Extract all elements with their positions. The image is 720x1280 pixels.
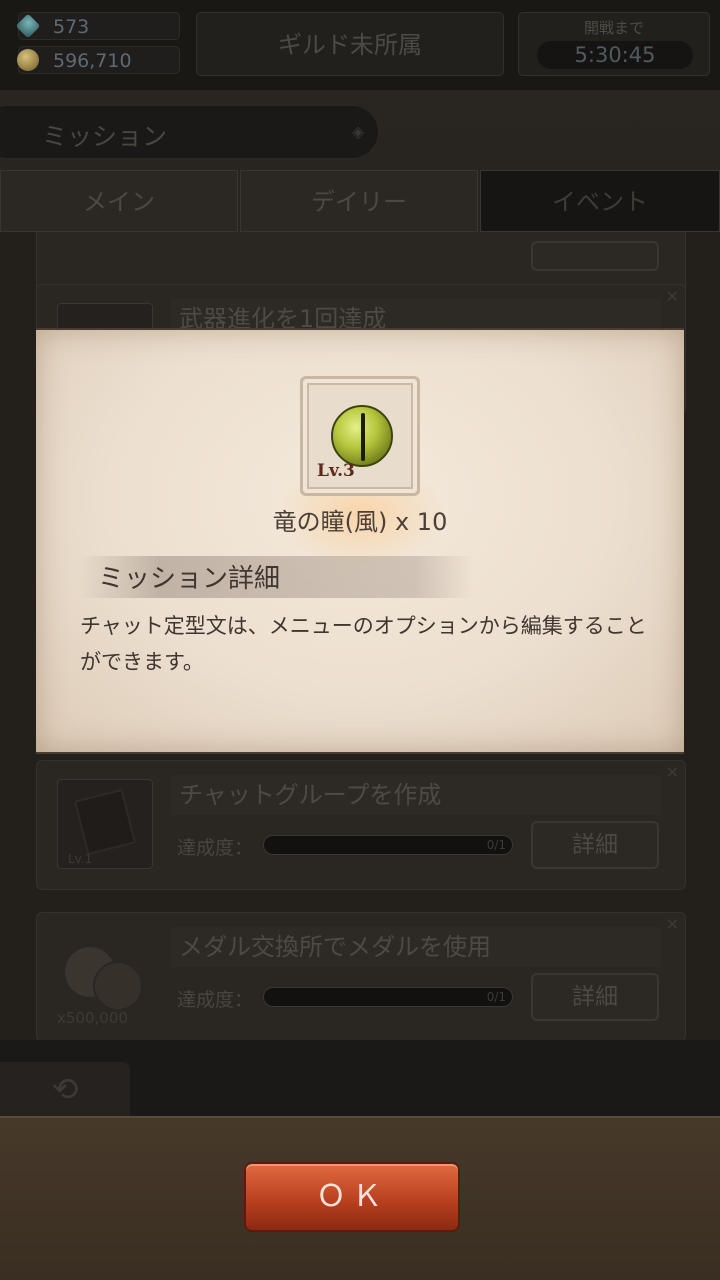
mission-title: チャットグループを作成 [171, 775, 661, 815]
mission-thumbnail: Lv.1 [57, 779, 153, 869]
mission-title: メダル交換所でメダルを使用 [171, 927, 661, 967]
corner-ornament-icon: ✕ [665, 287, 679, 306]
gem-counter: 573 [15, 12, 180, 40]
gem-count: 573 [53, 16, 90, 38]
list-item [36, 232, 686, 292]
coin-count: 596,710 [53, 50, 132, 72]
progress-label: 達成度： [177, 989, 254, 1011]
gem-icon [15, 13, 41, 39]
reward-item-name: 竜の瞳(風) x 10 [272, 508, 448, 536]
guild-status-button[interactable]: ギルド未所属 [196, 12, 504, 76]
top-bar: 573 596,710 ギルド未所属 開戦まで 5:30:45 [0, 0, 720, 90]
thumbnail-caption: x500,000 [57, 1009, 128, 1027]
ornament-icon: ◈ [352, 122, 365, 141]
item-level: Lv.3 [317, 461, 355, 481]
coin-icon [17, 49, 39, 71]
corner-ornament-icon: ✕ [665, 763, 679, 782]
mission-tabs: メイン デイリー イベント [0, 170, 720, 232]
progress-bar: 0/1 [263, 987, 513, 1007]
dialog-footer: ＯＫ [0, 1116, 720, 1280]
mission-header-title: ミッション [42, 122, 168, 151]
mission-thumbnail: x500,000 [57, 931, 153, 1027]
timer-value: 5:30:45 [537, 41, 693, 69]
bottom-nav: ⟲ [0, 1040, 720, 1116]
book-icon [73, 788, 137, 856]
tab-event[interactable]: イベント [480, 170, 720, 232]
detail-button[interactable]: 詳細 [531, 821, 659, 869]
medal-icon [93, 961, 143, 1011]
battle-timer: 開戦まで 5:30:45 [518, 12, 710, 76]
detail-button[interactable]: 詳細 [531, 973, 659, 1021]
back-arrow-icon[interactable]: ⟲ [0, 1062, 130, 1116]
eye-pupil [361, 413, 365, 461]
timer-label: 開戦まで [583, 19, 644, 37]
list-item: x500,000 メダル交換所でメダルを使用 達成度： 0/1 詳細 ✕ [36, 912, 686, 1042]
mission-header: ミッション [0, 104, 380, 160]
detail-button[interactable] [531, 241, 659, 271]
dragon-eye-icon [331, 405, 393, 467]
tab-daily[interactable]: デイリー [240, 170, 478, 232]
tab-main[interactable]: メイン [0, 170, 238, 232]
corner-ornament-icon: ✕ [665, 915, 679, 934]
mission-description: チャット定型文は、メニューのオプションから編集することができます。 [80, 614, 647, 674]
coin-counter: 596,710 [17, 46, 180, 74]
list-item: Lv.1 チャットグループを作成 達成度： 0/1 詳細 ✕ [36, 760, 686, 890]
progress-bar: 0/1 [263, 835, 513, 855]
progress-label: 達成度： [177, 837, 254, 859]
mission-detail-dialog: Lv.3 竜の瞳(風) x 10 ミッション詳細 チャット定型文は、メニューのオ… [36, 328, 684, 754]
section-title: ミッション詳細 [98, 564, 281, 594]
reward-item-frame: Lv.3 [300, 376, 420, 496]
thumbnail-caption: Lv.1 [68, 852, 93, 866]
section-header: ミッション詳細 [80, 556, 474, 598]
ok-button[interactable]: ＯＫ [244, 1162, 460, 1232]
